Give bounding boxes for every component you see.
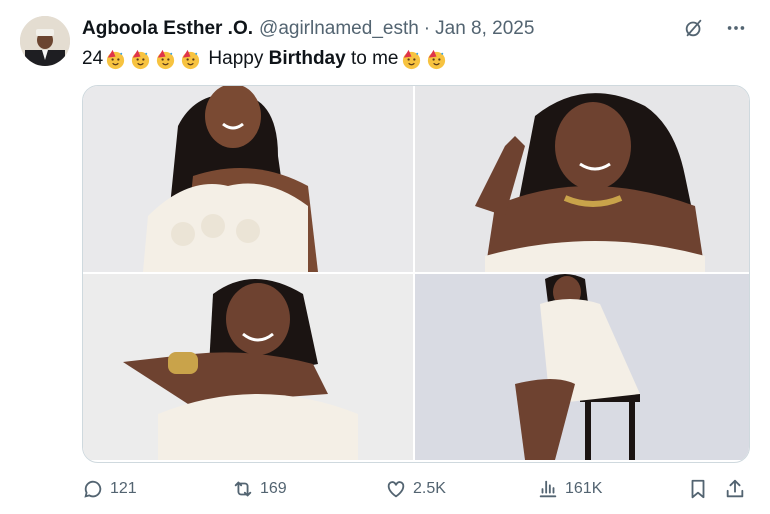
bookmark-button[interactable] <box>687 478 715 500</box>
share-button[interactable] <box>724 478 752 500</box>
author-name[interactable]: Agboola Esther .O. <box>82 18 253 40</box>
partying-face-emoji <box>427 49 445 69</box>
tweet-text-bold: Birthday <box>268 48 346 69</box>
tweet-text: 24 Happy Birthday to me <box>82 46 449 72</box>
heart-icon <box>387 481 405 498</box>
header-icons <box>682 16 748 40</box>
share-icon <box>726 479 744 498</box>
photo-grid <box>82 85 750 463</box>
bookmark-icon <box>691 479 705 499</box>
avatar[interactable] <box>20 16 70 66</box>
partying-face-emoji <box>132 49 150 69</box>
tweet-date[interactable]: Jan 8, 2025 <box>435 18 534 40</box>
tweet-actions: 121 169 2.5K 161K <box>82 478 748 504</box>
partying-face-emoji <box>107 49 125 69</box>
tweet-text-prefix: 24 <box>82 48 104 69</box>
reply-count: 121 <box>110 480 137 497</box>
photo-2[interactable] <box>415 86 749 272</box>
tweet-header: Agboola Esther .O. @agirlnamed_esth · Ja… <box>82 17 534 41</box>
tweet[interactable]: Agboola Esther .O. @agirlnamed_esth · Ja… <box>0 0 770 514</box>
tweet-text-suffix: to me <box>345 48 399 69</box>
like-count: 2.5K <box>413 480 446 497</box>
photo-4[interactable] <box>415 274 749 460</box>
photo-1[interactable] <box>83 86 413 272</box>
repost-icon <box>234 481 252 497</box>
author-handle[interactable]: @agirlnamed_esth <box>259 18 419 40</box>
partying-face-emoji <box>182 49 200 69</box>
partying-face-emoji <box>402 49 420 69</box>
photo-3[interactable] <box>83 274 413 460</box>
repost-count: 169 <box>260 480 287 497</box>
separator-dot: · <box>423 18 431 39</box>
more-icon[interactable] <box>724 16 748 40</box>
tweet-text-mid: Happy <box>203 48 269 69</box>
views-button[interactable]: 161K <box>537 478 602 500</box>
like-button[interactable]: 2.5K <box>385 478 446 500</box>
reply-button[interactable]: 121 <box>82 478 137 500</box>
reply-icon <box>84 480 102 498</box>
partying-face-emoji <box>157 49 175 69</box>
grok-icon[interactable] <box>682 16 706 40</box>
views-count: 161K <box>565 480 603 497</box>
views-icon <box>539 480 557 498</box>
repost-button[interactable]: 169 <box>232 478 287 500</box>
